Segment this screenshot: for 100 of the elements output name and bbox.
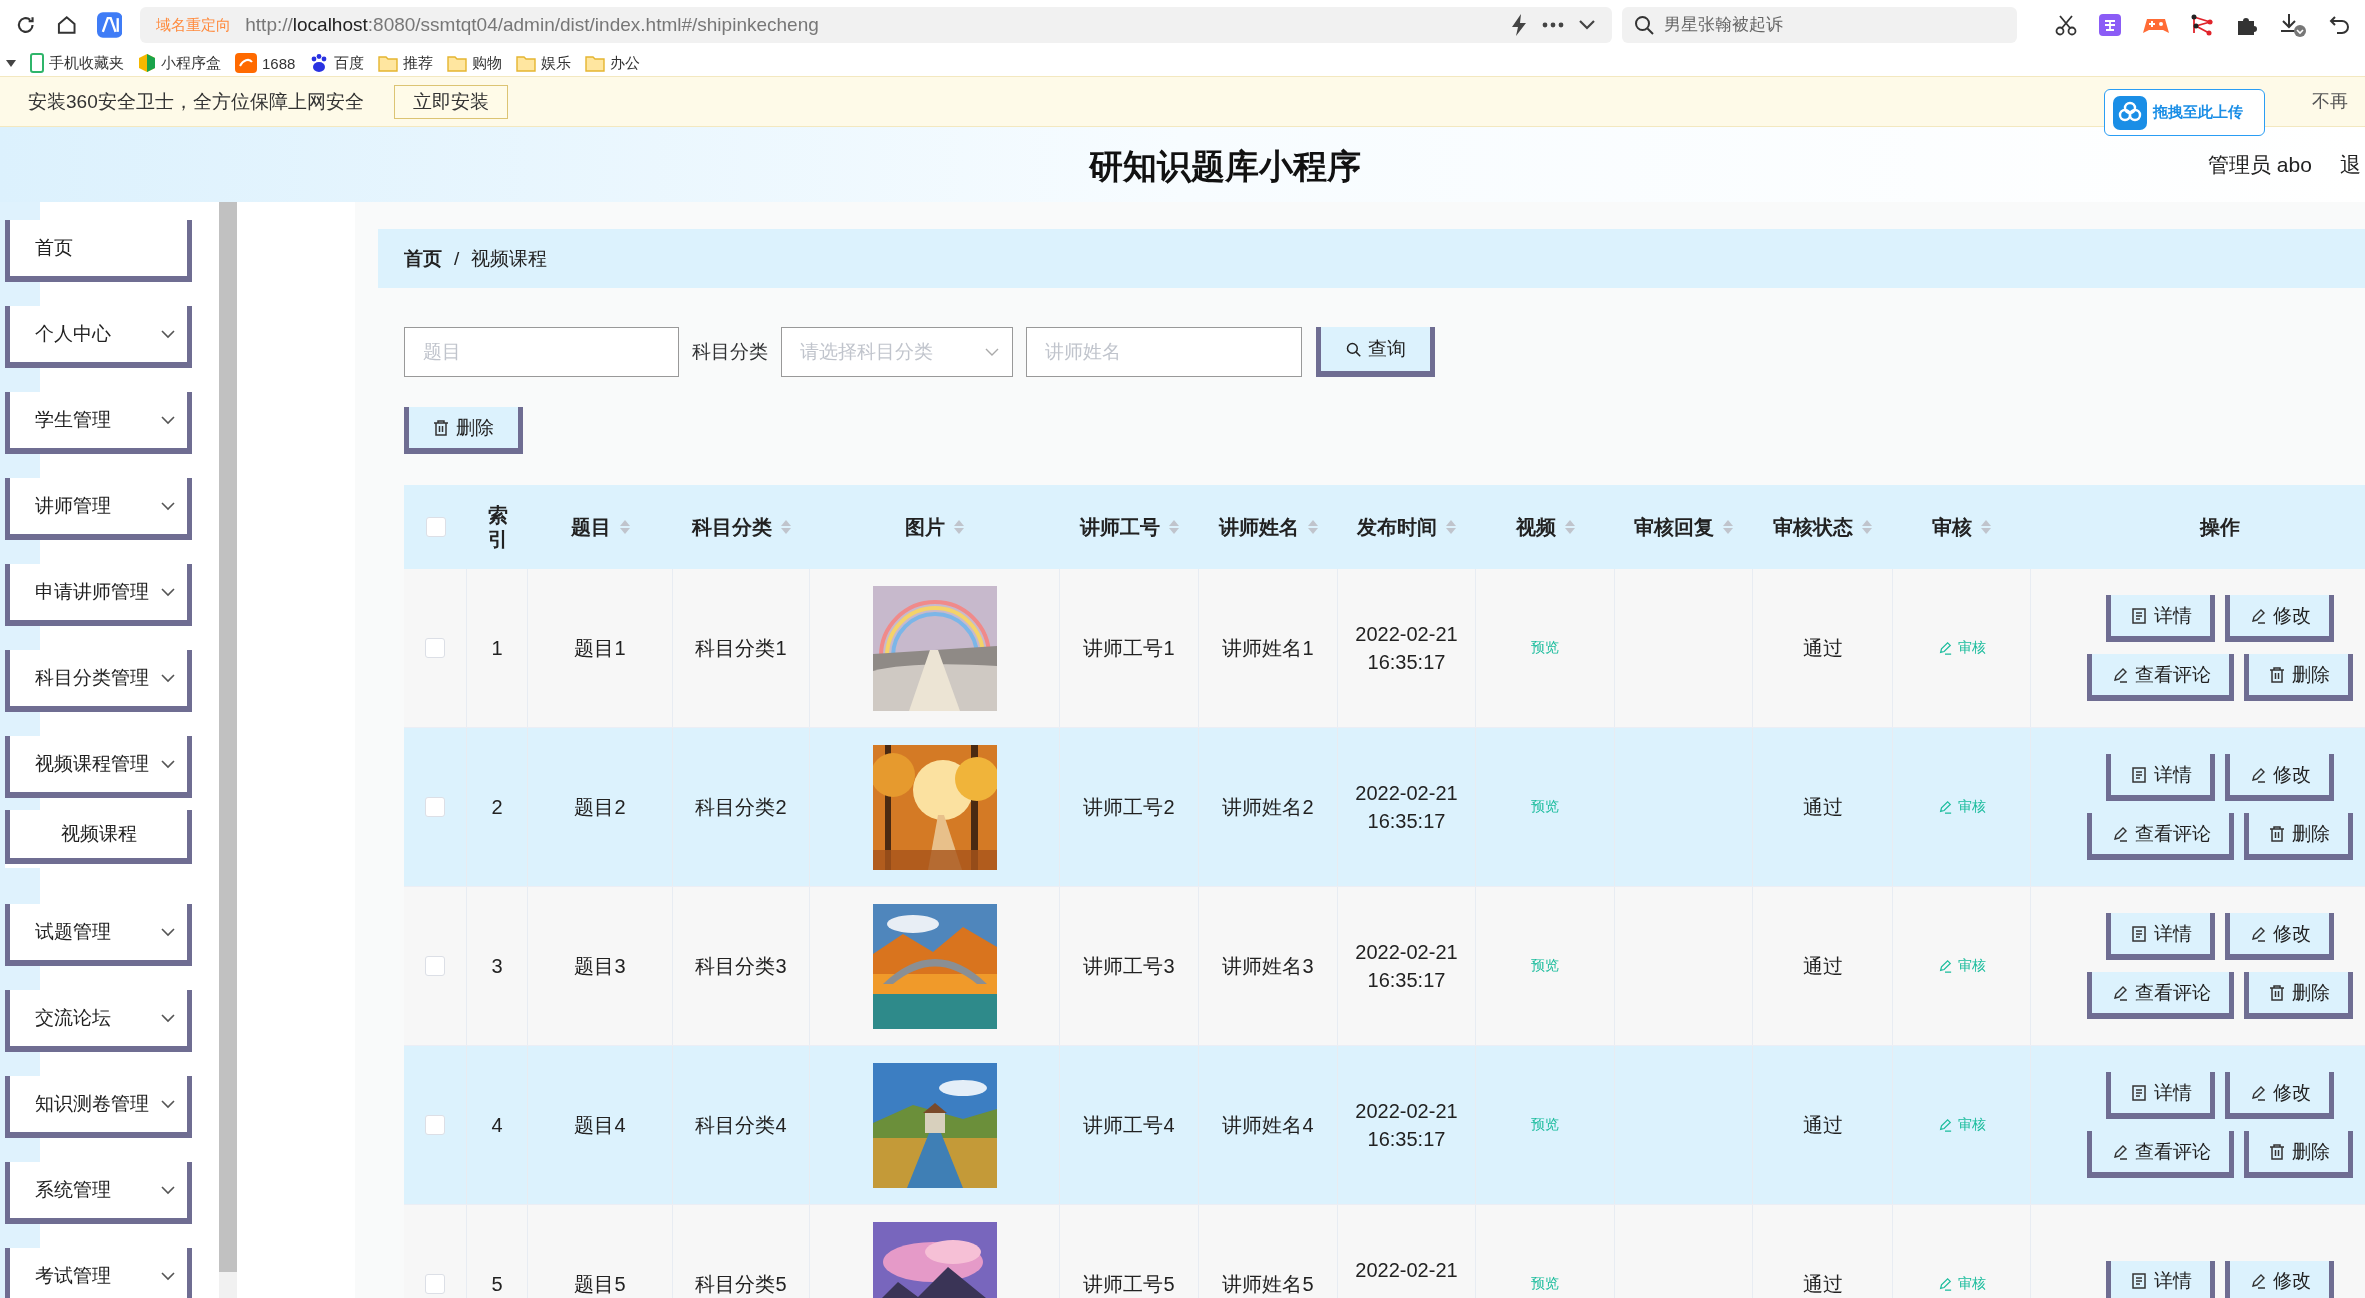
sort-icon[interactable]: [1445, 518, 1457, 536]
delete-button[interactable]: 删除: [2243, 1131, 2353, 1178]
details-button[interactable]: 详情: [2105, 1260, 2215, 1298]
scissors-icon[interactable]: [2055, 14, 2077, 36]
address-bar[interactable]: 域名重定向 http://localhost:8080/ssmtqt04/admin/dist/index.html#/shipinkecheng: [140, 7, 1612, 43]
sort-icon[interactable]: [1306, 518, 1319, 536]
title-field[interactable]: 题目: [404, 327, 679, 377]
pencil-icon: [2111, 666, 2128, 683]
query-button[interactable]: 查询: [1316, 327, 1435, 377]
sidebar-item[interactable]: 视频课程管理: [5, 736, 192, 798]
bookmark-link[interactable]: 办公: [610, 53, 641, 73]
document-icon: [2130, 925, 2147, 942]
table-cell-text: 题目5: [574, 1271, 626, 1297]
sidebar-item[interactable]: 讲师管理: [5, 478, 192, 540]
bookmark-link[interactable]: 小程序盒: [161, 53, 221, 73]
bookmark-link[interactable]: 推荐: [403, 53, 434, 73]
sort-icon[interactable]: [1722, 518, 1734, 536]
chevron-down-icon: [161, 1185, 175, 1195]
edit-button[interactable]: 修改: [2224, 754, 2334, 801]
undo-icon[interactable]: [2329, 15, 2351, 35]
bookmark-link[interactable]: 娱乐: [541, 53, 572, 73]
comments-button[interactable]: 查看评论: [2086, 813, 2234, 860]
sidebar-item[interactable]: 科目分类管理: [5, 650, 192, 712]
network-icon[interactable]: [2191, 14, 2213, 36]
comments-button[interactable]: 查看评论: [2086, 972, 2234, 1019]
scrollbar[interactable]: [219, 202, 237, 1298]
comments-button[interactable]: 查看评论: [2086, 654, 2234, 701]
teacher-field[interactable]: 讲师姓名: [1026, 327, 1302, 377]
logout-link[interactable]: 退: [2340, 151, 2361, 179]
sidebar-item[interactable]: 个人中心: [5, 306, 192, 368]
bookmark-link[interactable]: 百度: [334, 53, 365, 73]
search-field[interactable]: 男星张翰被起诉: [1622, 7, 2017, 43]
table-cell-text: 讲师工号2: [1083, 794, 1175, 820]
edit-button[interactable]: 修改: [2224, 1072, 2334, 1119]
table-cell-text: 讲师姓名3: [1222, 953, 1314, 979]
table-cell-text: 讲师工号3: [1083, 953, 1175, 979]
table-cell-text: 科目分类3: [695, 953, 787, 979]
delete-button[interactable]: 删除: [2243, 972, 2353, 1019]
trash-icon: [2268, 825, 2285, 842]
column-header: 讲师姓名: [1218, 514, 1299, 540]
details-button[interactable]: 详情: [2105, 754, 2215, 801]
details-button[interactable]: 详情: [2105, 595, 2215, 642]
dismiss-link[interactable]: 不再: [2312, 89, 2348, 113]
lightning-icon[interactable]: [1510, 14, 1528, 36]
checkbox[interactable]: [425, 1274, 445, 1294]
table-cell-text: 讲师姓名4: [1222, 1112, 1314, 1138]
table-cell-text: 讲师姓名5: [1222, 1271, 1314, 1297]
breadcrumb-item: 视频课程: [471, 246, 548, 271]
home-icon[interactable]: [55, 13, 79, 37]
delete-button[interactable]: 删除: [404, 407, 523, 454]
delete-button[interactable]: 删除: [2243, 813, 2353, 860]
sort-icon[interactable]: [779, 518, 792, 536]
install-button[interactable]: 立即安装: [393, 84, 508, 119]
breadcrumb-item[interactable]: 首页: [404, 245, 442, 272]
sort-icon[interactable]: [1980, 518, 1992, 536]
checkbox[interactable]: [425, 797, 445, 817]
checkbox[interactable]: [425, 638, 445, 658]
sidebar-subitem[interactable]: 视频课程: [5, 810, 192, 864]
sidebar-item[interactable]: 考试管理: [5, 1248, 192, 1298]
checkbox[interactable]: [425, 1115, 445, 1135]
table-cell-text: 通过: [1802, 635, 1843, 661]
bookmark-link[interactable]: 购物: [472, 53, 503, 73]
sort-icon[interactable]: [1167, 518, 1180, 536]
sort-icon[interactable]: [618, 518, 631, 536]
chevron-down-icon: [161, 1013, 175, 1023]
chevron-down-icon[interactable]: [1578, 19, 1596, 31]
table-cell: 5: [491, 1272, 503, 1296]
checkbox[interactable]: [425, 517, 446, 537]
chevron-down-icon: [161, 329, 175, 339]
comments-button[interactable]: 查看评论: [2086, 1131, 2234, 1178]
bookmark-link[interactable]: 手机收藏夹: [49, 53, 124, 73]
breadcrumb-separator: /: [454, 247, 460, 270]
app-logo-icon[interactable]: [96, 12, 123, 38]
sidebar-item[interactable]: 知识测卷管理: [5, 1076, 192, 1138]
sidebar-item[interactable]: 申请讲师管理: [5, 564, 192, 626]
more-icon[interactable]: [1542, 22, 1564, 28]
sidebar-item[interactable]: 交流论坛: [5, 990, 192, 1052]
chevron-down-icon: [161, 415, 175, 425]
sidebar-item[interactable]: 试题管理: [5, 904, 192, 966]
column-header: 视频: [1515, 514, 1556, 540]
sidebar-item[interactable]: 系统管理: [5, 1162, 192, 1224]
column-header: 讲师工号: [1079, 514, 1160, 540]
sidebar-item[interactable]: 学生管理: [5, 392, 192, 454]
download-icon[interactable]: [2279, 12, 2307, 38]
edit-button[interactable]: 修改: [2224, 913, 2334, 960]
checkbox[interactable]: [425, 956, 445, 976]
table-cell-text: 通过: [1802, 1112, 1843, 1138]
bookmark-link[interactable]: 1688: [262, 54, 296, 72]
delete-button[interactable]: 删除: [2243, 654, 2353, 701]
sort-icon[interactable]: [953, 518, 965, 536]
edit-button[interactable]: 修改: [2224, 595, 2334, 642]
edit-button[interactable]: 修改: [2224, 1260, 2334, 1298]
details-button[interactable]: 详情: [2105, 1072, 2215, 1119]
sort-icon[interactable]: [1861, 518, 1873, 536]
sort-icon[interactable]: [1563, 518, 1576, 536]
sidebar-item[interactable]: 首页: [5, 220, 192, 282]
category-select[interactable]: 请选择科目分类: [781, 327, 1013, 377]
table-cell-text: 讲师姓名1: [1222, 635, 1314, 661]
chevron-down-icon: [161, 1099, 175, 1109]
details-button[interactable]: 详情: [2105, 913, 2215, 960]
